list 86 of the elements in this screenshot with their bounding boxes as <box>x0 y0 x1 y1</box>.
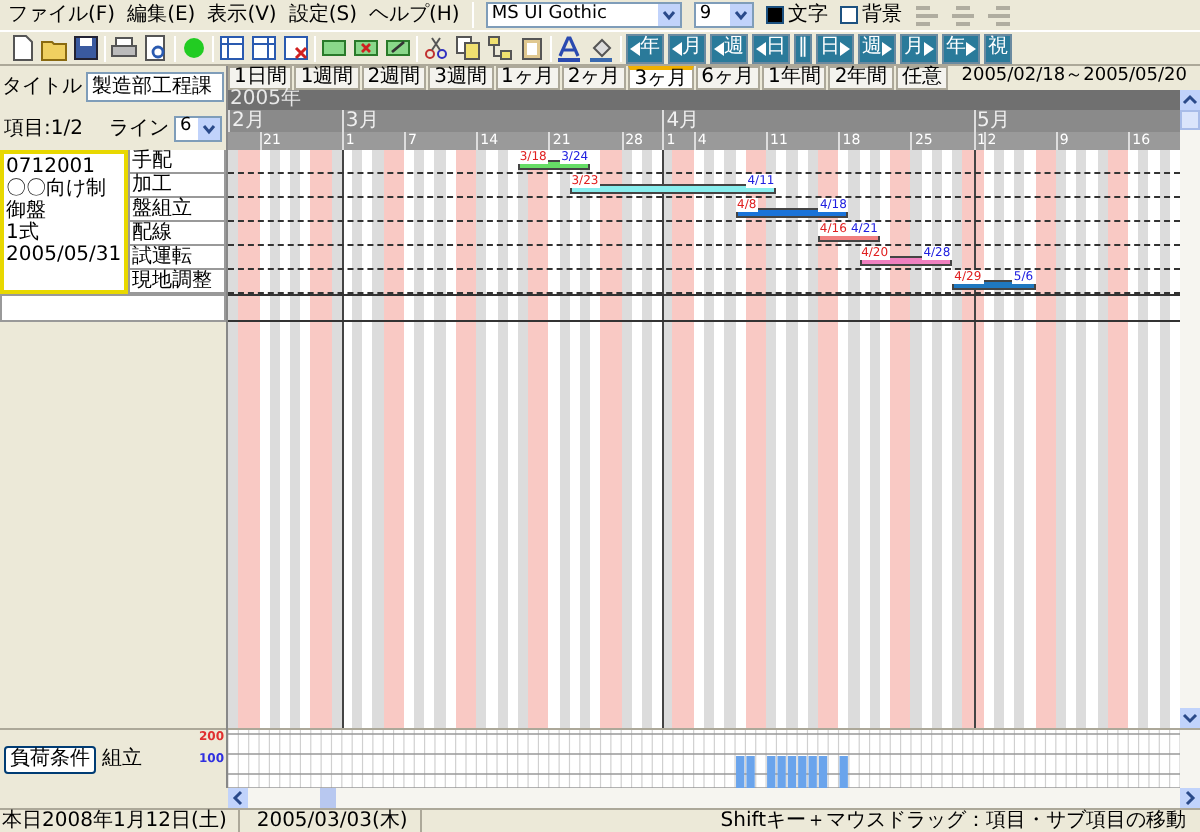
item-info[interactable]: 0712001 〇〇向け制御盤 1式 2005/05/31 <box>0 150 128 294</box>
scale-tab[interactable]: 3ヶ月 <box>628 66 694 90</box>
load-condition-button[interactable]: 負荷条件 <box>4 745 96 773</box>
checkbox-label: 文字 <box>787 4 828 26</box>
sub-item[interactable]: 現地調整 <box>128 270 226 294</box>
scale-tab[interactable]: 6ヶ月 <box>695 66 760 90</box>
scale-tab[interactable]: 任意 <box>895 66 948 90</box>
line-select[interactable]: 6 <box>174 115 222 141</box>
load-group-label: 組立 <box>102 748 142 770</box>
scale-tab[interactable]: 2年間 <box>828 66 894 90</box>
scale-tab[interactable]: 1年間 <box>762 66 827 90</box>
left-arrow-icon <box>630 41 640 55</box>
table-icon[interactable] <box>218 34 246 62</box>
left-arrow-icon <box>672 41 682 55</box>
sub-item[interactable]: 試運転 <box>128 246 226 270</box>
fill-color-icon[interactable] <box>588 34 616 62</box>
size-select[interactable]: 9 <box>693 2 754 28</box>
status-text: 本日2008年1月12日(土) <box>2 810 241 832</box>
right-arrow-icon <box>924 41 934 55</box>
nav-button[interactable]: 視 <box>984 33 1012 63</box>
nav-button[interactable]: 日 <box>752 33 790 63</box>
menu-item[interactable]: 設定(S) <box>288 4 357 26</box>
status-text: Shiftキー＋マウスドラッグ：項目・サブ項目の移動 <box>720 810 1188 832</box>
sub-item[interactable]: 配線 <box>128 222 226 246</box>
menu-item[interactable]: 表示(V) <box>207 4 277 26</box>
font-select[interactable]: MS UI Gothic <box>485 2 682 28</box>
nav-button[interactable]: 月 <box>900 33 938 63</box>
font-color-icon[interactable] <box>556 34 584 62</box>
sub-item[interactable]: 加工 <box>128 174 226 198</box>
menu-item[interactable]: 編集(E) <box>127 4 196 26</box>
scale-tab[interactable]: 1日間 <box>228 66 293 90</box>
scale-tab[interactable]: 1週間 <box>294 66 360 90</box>
nav-button[interactable]: ‖ <box>794 33 812 63</box>
scroll-down-icon[interactable] <box>1180 708 1200 728</box>
sub-item[interactable]: 手配 <box>128 150 226 174</box>
cut-icon[interactable] <box>422 34 450 62</box>
tree-icon[interactable] <box>486 34 514 62</box>
right-arrow-icon <box>840 41 850 55</box>
table-icon[interactable] <box>250 34 278 62</box>
date-range: 2005/02/18～2005/05/20 <box>961 68 1187 88</box>
print-icon[interactable] <box>110 34 138 62</box>
nav-button[interactable]: 週 <box>858 33 896 63</box>
caret-icon <box>729 4 752 26</box>
menu-item[interactable]: ファイル(F) <box>8 4 116 26</box>
scroll-thumb[interactable] <box>320 788 336 808</box>
empty-item-row[interactable] <box>0 294 226 322</box>
scroll-up-icon[interactable] <box>1180 90 1200 110</box>
status-text: 2005/03/03(木) <box>256 810 422 832</box>
copy-icon[interactable] <box>454 34 482 62</box>
item-counter: 項目:1/2 <box>4 117 83 139</box>
nav-button[interactable]: 日 <box>816 33 854 63</box>
rectangle-edit-icon[interactable] <box>384 34 412 62</box>
title-field[interactable]: 製造部工程課 <box>86 71 224 101</box>
caret-icon <box>198 117 220 139</box>
line-label: ライン <box>109 117 169 139</box>
scroll-right-icon[interactable] <box>1180 788 1200 808</box>
scale-tab[interactable]: 1ヶ月 <box>495 66 560 90</box>
rectangle-delete-icon[interactable] <box>352 34 380 62</box>
checkbox-label: 背景 <box>861 4 902 26</box>
dot-icon[interactable] <box>180 34 208 62</box>
rectangle-icon[interactable] <box>320 34 348 62</box>
nav-button[interactable]: 週 <box>710 33 748 63</box>
title-label: タイトル <box>2 75 82 97</box>
clipboard-icon[interactable] <box>518 34 546 62</box>
scroll-thumb-icon[interactable] <box>1180 110 1200 130</box>
menu-item[interactable]: ヘルプ(H) <box>369 4 460 26</box>
right-arrow-icon <box>882 41 892 55</box>
scale-tab[interactable]: 2週間 <box>361 66 427 90</box>
print-preview-icon[interactable] <box>142 34 170 62</box>
caret-icon <box>657 4 680 26</box>
year-header: 2005年 <box>228 90 1180 110</box>
right-arrow-icon <box>966 41 976 55</box>
left-arrow-icon <box>714 41 724 55</box>
scale-tab[interactable]: 3週間 <box>428 66 493 90</box>
scroll-left-icon[interactable] <box>228 788 248 808</box>
new-file-icon[interactable] <box>8 34 36 62</box>
nav-button[interactable]: 年 <box>942 33 980 63</box>
checkbox[interactable] <box>839 6 858 24</box>
nav-button[interactable]: 月 <box>668 33 706 63</box>
table-delete-icon[interactable] <box>282 34 310 62</box>
sub-item[interactable]: 盤組立 <box>128 198 226 222</box>
left-arrow-icon <box>756 41 766 55</box>
checkbox[interactable] <box>765 6 784 24</box>
save-icon[interactable] <box>72 34 100 62</box>
scale-tab[interactable]: 2ヶ月 <box>561 66 627 90</box>
nav-button[interactable]: 年 <box>626 33 664 63</box>
